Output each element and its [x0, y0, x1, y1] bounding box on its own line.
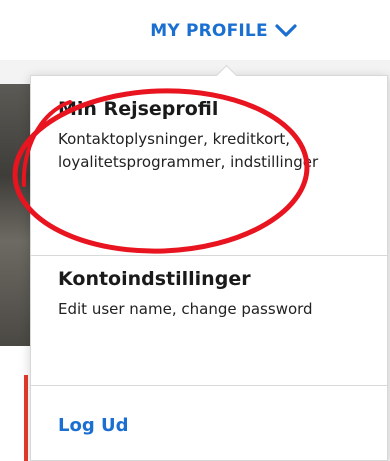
profile-dropdown-menu: Min Rejseprofil Kontaktoplysninger, kred…: [30, 64, 388, 461]
background-accent-bar: [24, 375, 28, 461]
menu-divider: [31, 385, 387, 386]
menu-item-log-out[interactable]: Log Ud: [31, 396, 387, 456]
account-settings-description: Edit user name, change password: [58, 300, 313, 318]
menu-item-travel-profile[interactable]: Min Rejseprofil Kontaktoplysninger, kred…: [31, 92, 387, 250]
background-photo: [0, 84, 30, 346]
log-out-link[interactable]: Log Ud: [58, 414, 387, 438]
travel-profile-title: Min Rejseprofil: [58, 98, 219, 120]
menu-divider: [31, 255, 387, 256]
travel-profile-description: Kontaktoplysninger, kreditkort, loyalite…: [58, 130, 319, 171]
my-profile-label: MY PROFILE: [150, 21, 268, 41]
account-settings-title: Kontoindstillinger: [58, 268, 251, 290]
menu-item-account-settings[interactable]: Kontoindstillinger Edit user name, chang…: [31, 262, 387, 382]
chevron-down-icon: [274, 23, 298, 39]
my-profile-toggle[interactable]: MY PROFILE: [0, 14, 390, 48]
